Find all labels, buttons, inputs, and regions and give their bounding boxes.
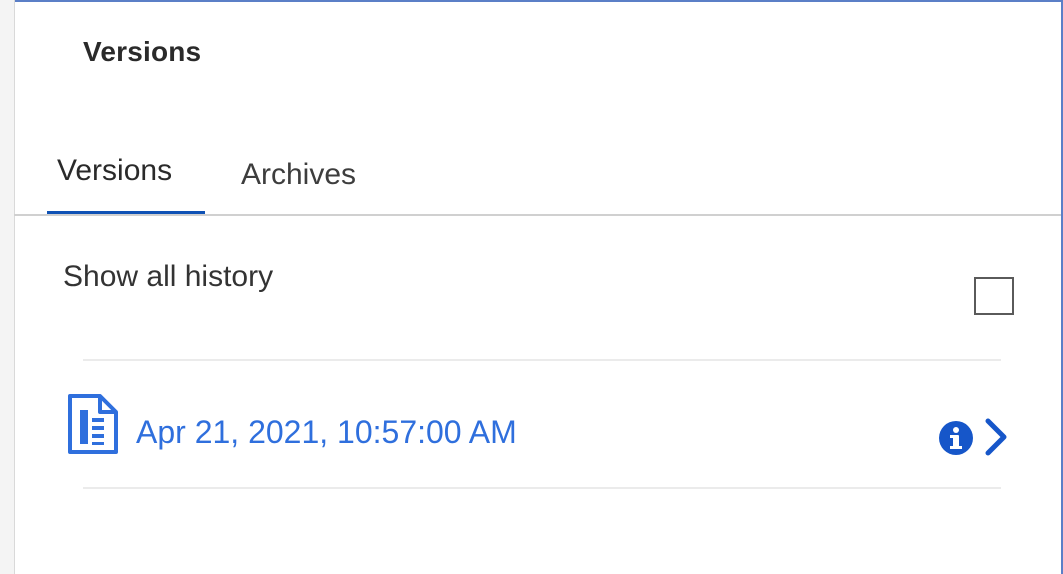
left-gutter bbox=[0, 0, 15, 574]
row-divider bbox=[83, 487, 1001, 489]
tab-archives[interactable]: Archives bbox=[205, 150, 385, 216]
panel-title: Versions bbox=[83, 36, 202, 67]
document-icon bbox=[68, 394, 118, 454]
tab-versions[interactable]: Versions bbox=[47, 150, 205, 216]
chevron-right-icon[interactable] bbox=[980, 417, 1012, 457]
tab-divider bbox=[14, 214, 1061, 216]
tab-bar: Versions Archives bbox=[47, 150, 385, 216]
show-all-history-checkbox[interactable] bbox=[974, 277, 1014, 315]
version-list-item[interactable]: Apr 21, 2021, 10:57:00 AM bbox=[66, 392, 1026, 478]
show-all-history-label: Show all history bbox=[63, 260, 274, 293]
row-divider bbox=[83, 359, 1001, 361]
info-icon[interactable] bbox=[938, 420, 974, 456]
version-date-link[interactable]: Apr 21, 2021, 10:57:00 AM bbox=[136, 414, 517, 451]
